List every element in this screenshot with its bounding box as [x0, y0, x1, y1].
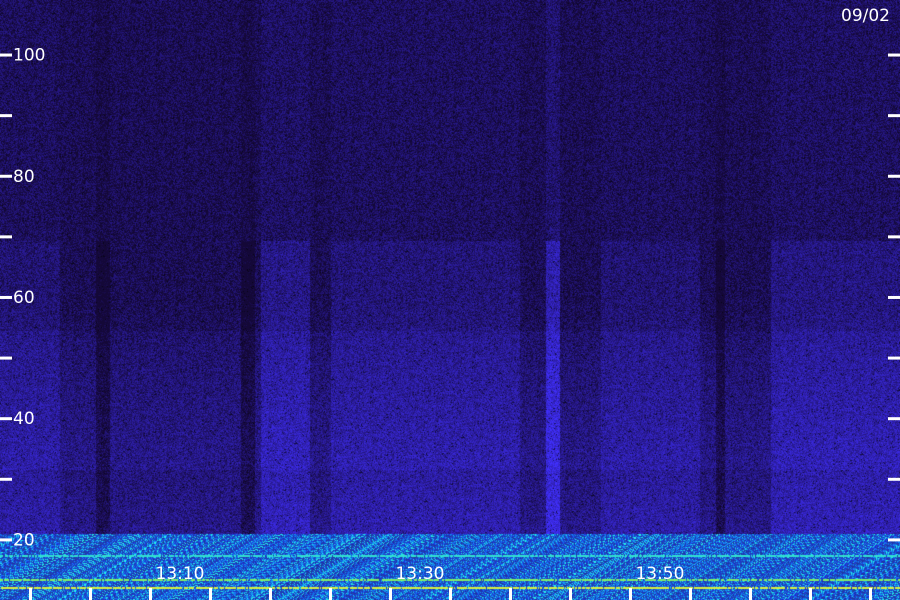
- y-minor-tick-right: [888, 477, 900, 481]
- x-tick-label: 13:30: [395, 564, 444, 584]
- x-tick: [89, 588, 92, 600]
- y-tick-right: [888, 417, 900, 421]
- x-tick: [689, 588, 692, 600]
- y-tick-right: [888, 174, 900, 178]
- axes-overlay: 20 40 60 80 100 13:10 13:30 13:50: [0, 46, 900, 600]
- spectrogram-panel: 20 40 60 80 100 13:10 13:30 13:50 09/02: [0, 0, 900, 600]
- x-tick: [749, 588, 752, 600]
- x-tick-label: 13:10: [156, 564, 205, 584]
- y-tick-left: [0, 174, 12, 178]
- x-tick: [809, 588, 812, 600]
- y-tick-label: 40: [13, 409, 35, 429]
- x-tick: [869, 588, 872, 600]
- y-tick-left: [0, 417, 12, 421]
- x-tick: [149, 588, 152, 600]
- x-tick: [29, 588, 32, 600]
- x-tick: [449, 588, 452, 600]
- x-tick: [209, 588, 212, 600]
- y-minor-tick-left: [0, 477, 12, 481]
- x-tick: [509, 588, 512, 600]
- y-minor-tick-right: [888, 114, 900, 118]
- y-minor-tick-right: [888, 235, 900, 239]
- y-tick-right: [888, 538, 900, 542]
- y-tick-label: 80: [13, 167, 35, 187]
- y-tick-label: 20: [13, 530, 35, 550]
- y-minor-tick-left: [0, 114, 12, 118]
- y-tick-left: [0, 538, 12, 542]
- x-tick-label: 13:50: [635, 564, 684, 584]
- x-tick: [389, 588, 392, 600]
- x-tick: [629, 588, 632, 600]
- y-minor-tick-left: [0, 235, 12, 239]
- y-tick-left: [0, 295, 12, 299]
- x-tick: [269, 588, 272, 600]
- y-tick-right: [888, 53, 900, 57]
- y-tick-left: [0, 53, 12, 57]
- y-minor-tick-right: [888, 356, 900, 360]
- x-tick: [329, 588, 332, 600]
- y-tick-label: 60: [13, 288, 35, 308]
- date-label: 09/02: [841, 6, 890, 26]
- y-tick-label: 100: [13, 46, 45, 66]
- x-tick: [569, 588, 572, 600]
- y-minor-tick-left: [0, 356, 12, 360]
- y-tick-right: [888, 295, 900, 299]
